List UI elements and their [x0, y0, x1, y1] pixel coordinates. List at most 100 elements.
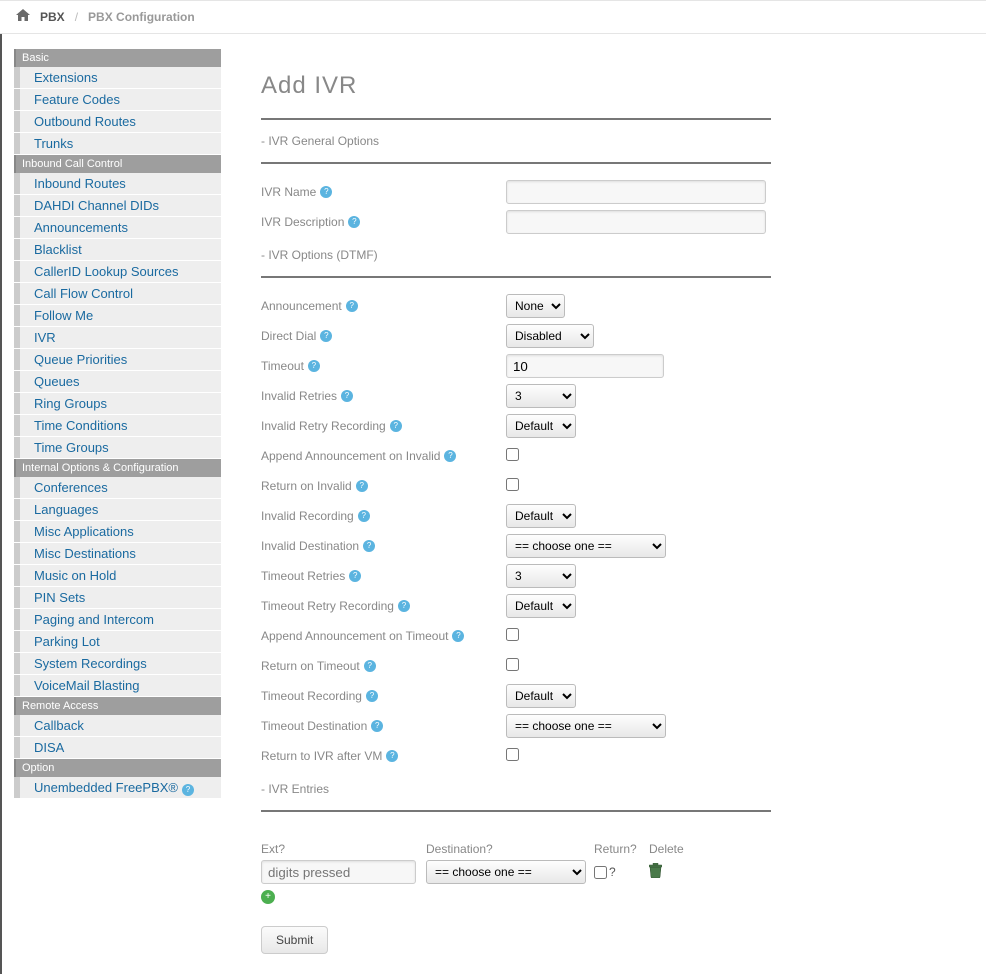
help-icon[interactable]: ? — [278, 842, 285, 856]
sidebar-item[interactable]: Misc Applications — [14, 521, 221, 543]
entry-ext-input[interactable] — [261, 860, 416, 884]
sidebar-link[interactable]: Outbound Routes — [14, 111, 221, 132]
sidebar-item[interactable]: Ring Groups — [14, 393, 221, 415]
sidebar-link[interactable]: VoiceMail Blasting — [14, 675, 221, 696]
sidebar-link[interactable]: DISA — [14, 737, 221, 758]
help-icon[interactable]: ? — [182, 784, 194, 796]
timeout-input[interactable] — [506, 354, 664, 378]
sidebar-item[interactable]: CallerID Lookup Sources — [14, 261, 221, 283]
sidebar-link[interactable]: Call Flow Control — [14, 283, 221, 304]
invalid-retries-select[interactable]: 3 — [506, 384, 576, 408]
invalid-recording-select[interactable]: Default — [506, 504, 576, 528]
sidebar-item[interactable]: Trunks — [14, 133, 221, 155]
sidebar-item[interactable]: Call Flow Control — [14, 283, 221, 305]
sidebar-link[interactable]: Paging and Intercom — [14, 609, 221, 630]
sidebar-item[interactable]: Extensions — [14, 67, 221, 89]
invalid-retry-recording-select[interactable]: Default — [506, 414, 576, 438]
sidebar-link[interactable]: Follow Me — [14, 305, 221, 326]
sidebar-item[interactable]: Outbound Routes — [14, 111, 221, 133]
sidebar-link[interactable]: Trunks — [14, 133, 221, 154]
sidebar-item[interactable]: DISA — [14, 737, 221, 759]
sidebar-link[interactable]: Feature Codes — [14, 89, 221, 110]
sidebar-item[interactable]: Queues — [14, 371, 221, 393]
timeout-retries-select[interactable]: 3 — [506, 564, 576, 588]
add-entry-button[interactable]: + — [261, 890, 275, 904]
help-icon[interactable]: ? — [366, 690, 378, 702]
append-on-invalid-checkbox[interactable] — [506, 448, 519, 461]
sidebar-link[interactable]: Announcements — [14, 217, 221, 238]
entry-destination-select[interactable]: == choose one == — [426, 860, 586, 884]
sidebar-link[interactable]: Unembedded FreePBX®? — [14, 777, 221, 798]
help-icon[interactable]: ? — [364, 660, 376, 672]
sidebar-link[interactable]: Blacklist — [14, 239, 221, 260]
sidebar-item[interactable]: Parking Lot — [14, 631, 221, 653]
sidebar-item[interactable]: Paging and Intercom — [14, 609, 221, 631]
timeout-destination-select[interactable]: == choose one == — [506, 714, 666, 738]
help-icon[interactable]: ? — [398, 600, 410, 612]
sidebar-item[interactable]: Follow Me — [14, 305, 221, 327]
help-icon[interactable]: ? — [363, 540, 375, 552]
sidebar-link[interactable]: Misc Applications — [14, 521, 221, 542]
help-icon[interactable]: ? — [308, 360, 320, 372]
trash-icon[interactable] — [649, 863, 662, 878]
sidebar-link[interactable]: System Recordings — [14, 653, 221, 674]
help-icon[interactable]: ? — [346, 300, 358, 312]
sidebar-item[interactable]: Announcements — [14, 217, 221, 239]
sidebar-item[interactable]: Music on Hold — [14, 565, 221, 587]
sidebar-link[interactable]: Music on Hold — [14, 565, 221, 586]
help-icon[interactable]: ? — [444, 450, 456, 462]
sidebar-link[interactable]: IVR — [14, 327, 221, 348]
return-on-timeout-checkbox[interactable] — [506, 658, 519, 671]
help-icon[interactable]: ? — [320, 186, 332, 198]
sidebar-item[interactable]: IVR — [14, 327, 221, 349]
submit-button[interactable]: Submit — [261, 926, 328, 954]
help-icon[interactable]: ? — [348, 216, 360, 228]
sidebar-link[interactable]: Callback — [14, 715, 221, 736]
sidebar-link[interactable]: DAHDI Channel DIDs — [14, 195, 221, 216]
breadcrumb-root[interactable]: PBX — [40, 10, 65, 24]
help-icon[interactable]: ? — [358, 510, 370, 522]
sidebar-item[interactable]: Languages — [14, 499, 221, 521]
entry-return-checkbox[interactable] — [594, 866, 607, 879]
sidebar-link[interactable]: Time Conditions — [14, 415, 221, 436]
help-icon[interactable]: ? — [390, 420, 402, 432]
sidebar-item[interactable]: VoiceMail Blasting — [14, 675, 221, 697]
ivr-name-input[interactable] — [506, 180, 766, 204]
sidebar-link[interactable]: Languages — [14, 499, 221, 520]
sidebar-link[interactable]: Ring Groups — [14, 393, 221, 414]
return-on-invalid-checkbox[interactable] — [506, 478, 519, 491]
help-icon[interactable]: ? — [630, 842, 637, 856]
sidebar-item[interactable]: DAHDI Channel DIDs — [14, 195, 221, 217]
return-to-ivr-checkbox[interactable] — [506, 748, 519, 761]
sidebar-link[interactable]: Conferences — [14, 477, 221, 498]
help-icon[interactable]: ? — [452, 630, 464, 642]
help-icon[interactable]: ? — [349, 570, 361, 582]
sidebar-item[interactable]: Unembedded FreePBX®? — [14, 777, 221, 799]
sidebar-link[interactable]: CallerID Lookup Sources — [14, 261, 221, 282]
help-icon[interactable]: ? — [609, 865, 616, 879]
sidebar-link[interactable]: PIN Sets — [14, 587, 221, 608]
help-icon[interactable]: ? — [341, 390, 353, 402]
sidebar-link[interactable]: Queue Priorities — [14, 349, 221, 370]
sidebar-item[interactable]: Blacklist — [14, 239, 221, 261]
sidebar-item[interactable]: Time Conditions — [14, 415, 221, 437]
help-icon[interactable]: ? — [486, 842, 493, 856]
help-icon[interactable]: ? — [320, 330, 332, 342]
home-icon[interactable] — [16, 9, 30, 25]
sidebar-item[interactable]: Conferences — [14, 477, 221, 499]
sidebar-item[interactable]: PIN Sets — [14, 587, 221, 609]
sidebar-link[interactable]: Misc Destinations — [14, 543, 221, 564]
direct-dial-select[interactable]: Disabled — [506, 324, 594, 348]
invalid-destination-select[interactable]: == choose one == — [506, 534, 666, 558]
help-icon[interactable]: ? — [386, 750, 398, 762]
sidebar-link[interactable]: Extensions — [14, 67, 221, 88]
sidebar-item[interactable]: Inbound Routes — [14, 173, 221, 195]
sidebar-item[interactable]: Feature Codes — [14, 89, 221, 111]
sidebar-item[interactable]: Misc Destinations — [14, 543, 221, 565]
help-icon[interactable]: ? — [356, 480, 368, 492]
sidebar-item[interactable]: Callback — [14, 715, 221, 737]
ivr-description-input[interactable] — [506, 210, 766, 234]
timeout-recording-select[interactable]: Default — [506, 684, 576, 708]
sidebar-item[interactable]: System Recordings — [14, 653, 221, 675]
timeout-retry-recording-select[interactable]: Default — [506, 594, 576, 618]
